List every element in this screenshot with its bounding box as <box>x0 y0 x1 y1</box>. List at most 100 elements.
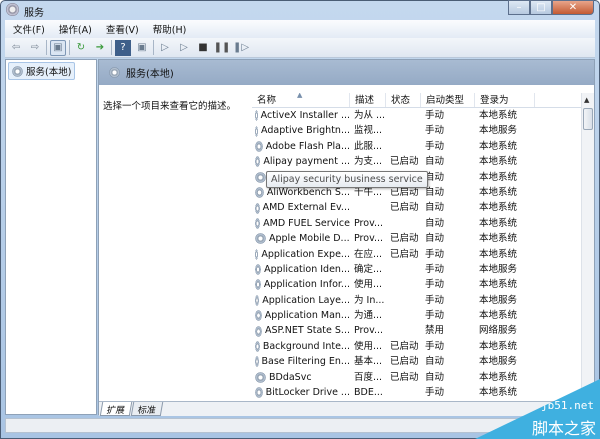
tab-standard[interactable]: 标准 <box>130 402 164 416</box>
watermark-name: 脚本之家 <box>531 419 596 438</box>
service-log-on-as: 本地系统 <box>479 387 518 399</box>
table-row[interactable]: BDdaSvc 百度... 已启动 自动 本地系统 <box>252 370 594 385</box>
table-row[interactable]: Application Man... 为通... 手动 本地系统 <box>252 308 594 323</box>
service-status: 已启动 <box>390 248 419 260</box>
service-name: Adaptive Brightn... <box>252 123 350 138</box>
sort-ascending-icon: ▲ <box>297 93 303 99</box>
gear-icon <box>12 65 23 77</box>
service-description: BDE... <box>354 387 383 399</box>
services-list: ▲ 名称 描述 状态 启动类型 登录为 ActiveX Installer ...… <box>252 93 594 401</box>
gear-icon <box>255 187 264 199</box>
service-status <box>386 277 421 292</box>
service-name: Application Infor... <box>252 277 350 292</box>
table-row[interactable]: Alipay payment ... 为支... 已启动 自动 本地系统 <box>252 154 594 169</box>
table-row[interactable]: Adobe Flash Pla... 此服... 手动 本地系统 <box>252 139 594 154</box>
service-name: Application Expe... <box>252 247 350 262</box>
menu-action[interactable]: 操作(A) <box>53 22 98 36</box>
service-startup-type: 手动 <box>425 310 445 322</box>
service-startup-type: 禁用 <box>425 325 445 337</box>
close-button[interactable]: ✕ <box>552 0 594 15</box>
maximize-button[interactable]: □ <box>530 0 552 15</box>
column-log-on-as[interactable]: 登录为 <box>475 93 535 107</box>
menu-help[interactable]: 帮助(H) <box>147 22 193 36</box>
service-name: BDdaSvc <box>252 370 350 385</box>
service-log-on-as: 本地系统 <box>479 140 518 152</box>
properties-icon[interactable]: ▣ <box>134 40 150 56</box>
service-log-on-as: 本地服务 <box>479 294 518 306</box>
table-row[interactable]: AMD FUEL Service Prov... 自动 本地系统 <box>252 216 594 231</box>
stop-icon[interactable]: ■ <box>195 40 211 56</box>
gear-icon <box>255 140 263 152</box>
service-description: 此服... <box>354 140 383 152</box>
scroll-up-icon[interactable]: ▲ <box>584 96 589 104</box>
service-log-on-as: 本地系统 <box>479 310 518 322</box>
service-startup-type: 自动 <box>425 186 445 198</box>
service-log-on-as: 本地系统 <box>479 202 518 214</box>
column-startup-type[interactable]: 启动类型 <box>421 93 475 107</box>
gear-icon <box>255 110 258 122</box>
scrollbar-thumb[interactable] <box>583 108 593 130</box>
view-tabs: 扩展 标准 <box>99 401 594 416</box>
restart-icon[interactable]: ❚▷ <box>233 40 249 56</box>
help-icon[interactable]: ? <box>115 39 131 56</box>
gear-icon <box>255 248 259 260</box>
service-name: Background Inte... <box>252 339 350 354</box>
table-row[interactable]: Adaptive Brightn... 监视... 手动 本地服务 <box>252 123 594 138</box>
service-name: Application Man... <box>252 308 350 323</box>
table-row[interactable]: Application Laye... 为 In... 手动 本地服务 <box>252 293 594 308</box>
service-startup-type: 手动 <box>425 294 445 306</box>
service-status <box>386 139 421 154</box>
table-row[interactable]: ASP.NET State S... Prov... 禁用 网络服务 <box>252 323 594 338</box>
pause-icon[interactable]: ❚❚ <box>214 40 231 56</box>
service-name: Apple Mobile D... <box>252 231 350 246</box>
service-status: 已启动 <box>390 156 419 168</box>
service-status: 已启动 <box>390 340 419 352</box>
start-alt-icon[interactable]: ▷ <box>176 40 192 56</box>
separator <box>69 40 70 55</box>
refresh-icon[interactable]: ↻ <box>73 40 89 56</box>
service-startup-type: 手动 <box>425 279 445 291</box>
tree-item-services-local[interactable]: 服务(本地) <box>8 62 76 80</box>
service-startup-type: 自动 <box>425 202 445 214</box>
service-log-on-as: 本地系统 <box>479 233 518 245</box>
service-description: 百度... <box>354 371 383 383</box>
minimize-button[interactable]: – <box>508 0 530 15</box>
table-row[interactable]: AMD External Ev... 已启动 自动 本地系统 <box>252 200 594 215</box>
service-log-on-as: 本地系统 <box>479 156 518 168</box>
gear-icon <box>255 217 261 229</box>
export-icon[interactable]: ➔ <box>92 40 108 56</box>
column-description[interactable]: 描述 <box>350 93 386 107</box>
back-icon[interactable]: ⇦ <box>8 40 24 56</box>
service-name: ASP.NET State S... <box>252 323 350 338</box>
service-name: ActiveX Installer ... <box>252 108 350 123</box>
table-row[interactable]: Application Iden... 确定... 手动 本地服务 <box>252 262 594 277</box>
service-name: Adobe Flash Pla... <box>252 139 350 154</box>
tab-extended[interactable]: 扩展 <box>99 402 133 416</box>
menu-view[interactable]: 查看(V) <box>100 22 145 36</box>
console-tree-icon[interactable]: ▣ <box>50 39 66 56</box>
start-icon[interactable]: ▷ <box>157 40 173 56</box>
table-row[interactable]: Application Expe... 在应... 已启动 手动 本地系统 <box>252 247 594 262</box>
table-row[interactable]: BitLocker Drive ... BDE... 手动 本地系统 <box>252 385 594 400</box>
service-status <box>386 308 421 323</box>
table-row[interactable]: ActiveX Installer ... 为从 ... 手动 本地系统 <box>252 108 594 123</box>
service-description: 在应... <box>354 248 383 260</box>
forward-icon[interactable]: ⇨ <box>27 40 43 56</box>
service-status <box>386 385 421 400</box>
vertical-scrollbar[interactable]: ▲ <box>581 93 594 401</box>
table-row[interactable]: Base Filtering En... 基本... 已启动 自动 本地服务 <box>252 354 594 369</box>
table-row[interactable]: Background Inte... 使用... 已启动 手动 本地系统 <box>252 339 594 354</box>
menu-file[interactable]: 文件(F) <box>7 22 51 36</box>
service-log-on-as: 本地系统 <box>479 248 518 260</box>
column-name[interactable]: ▲ 名称 <box>252 93 350 107</box>
service-status <box>386 323 421 338</box>
table-row[interactable]: Apple Mobile D... Prov... 已启动 自动 本地系统 <box>252 231 594 246</box>
gear-icon <box>255 325 262 337</box>
service-status <box>386 262 421 277</box>
service-startup-type: 手动 <box>425 110 445 121</box>
column-status[interactable]: 状态 <box>386 93 421 107</box>
table-row[interactable]: Application Infor... 使用... 手动 本地系统 <box>252 277 594 292</box>
service-startup-type: 自动 <box>425 233 445 245</box>
gear-icon <box>255 171 266 183</box>
service-log-on-as: 本地系统 <box>479 217 518 229</box>
